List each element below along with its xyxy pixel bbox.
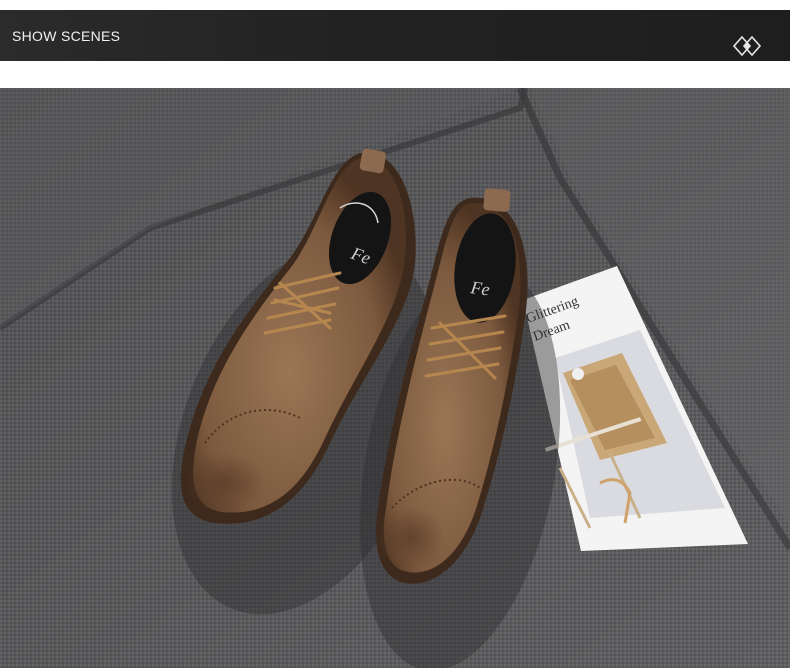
section-header-banner: SHOW SCENES: [0, 10, 790, 61]
product-scene-photo: Glittering Dream Fe Fe: [0, 88, 790, 668]
section-title: SHOW SCENES: [12, 28, 121, 44]
double-diamond-icon: [733, 36, 762, 56]
scene-illustration: Glittering Dream Fe Fe: [0, 88, 790, 668]
right-shoe-insole-logo: Fe: [468, 277, 491, 300]
